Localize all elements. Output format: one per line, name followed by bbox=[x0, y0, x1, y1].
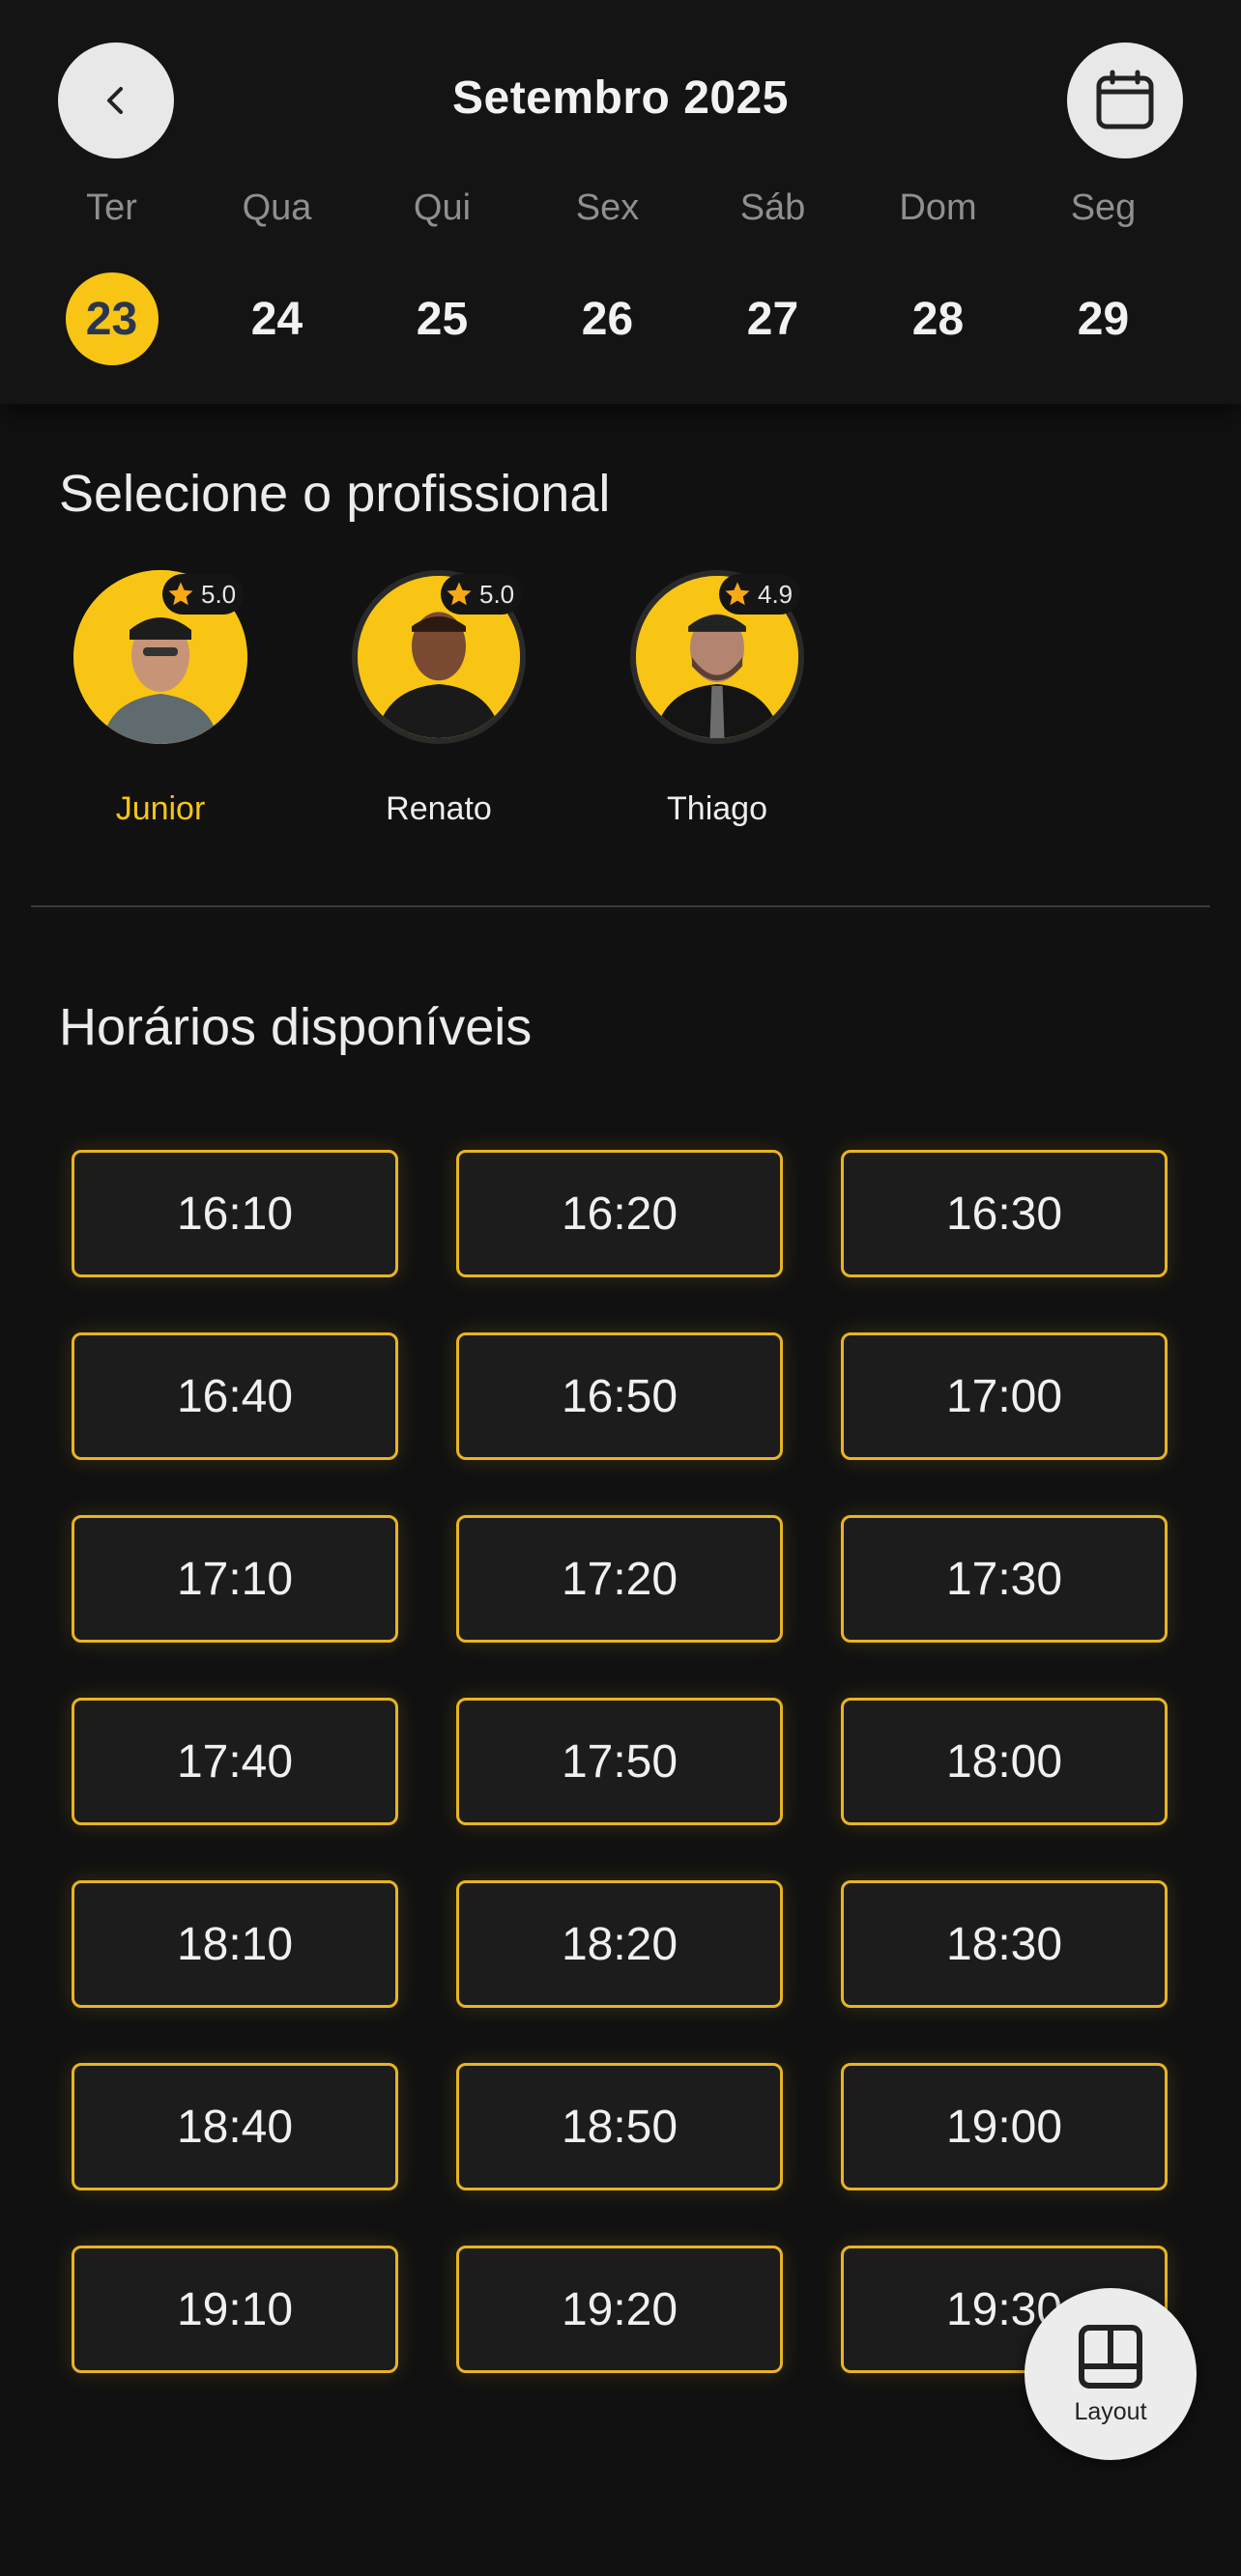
time-slot-button[interactable]: 17:30 bbox=[841, 1515, 1168, 1643]
time-slot-button[interactable]: 19:00 bbox=[841, 2063, 1168, 2190]
professional-name: Renato bbox=[386, 790, 492, 827]
time-slot-button[interactable]: 17:00 bbox=[841, 1332, 1168, 1460]
rating-badge: 4.9 bbox=[719, 574, 801, 615]
layout-label: Layout bbox=[1074, 2397, 1147, 2425]
calendar-icon bbox=[1096, 70, 1154, 129]
time-slot-button[interactable]: 18:20 bbox=[456, 1880, 783, 2008]
professional-name: Thiago bbox=[667, 790, 767, 827]
day-number[interactable]: 24 bbox=[231, 272, 324, 365]
time-slot-button[interactable]: 16:10 bbox=[72, 1150, 398, 1277]
day-column[interactable]: Ter 23 bbox=[29, 184, 194, 365]
time-slot-button[interactable]: 16:20 bbox=[456, 1150, 783, 1277]
date-header: Setembro 2025 Ter 23 Qua 24 Qui 25 Sex 2… bbox=[0, 0, 1241, 404]
professional-card-renato[interactable]: 5.0 Renato bbox=[336, 570, 615, 828]
professional-card-thiago[interactable]: 4.9 Thiago bbox=[615, 570, 893, 828]
time-slot-button[interactable]: 16:40 bbox=[72, 1332, 398, 1460]
rating-badge: 5.0 bbox=[441, 574, 523, 615]
calendar-button[interactable] bbox=[1067, 43, 1183, 158]
time-slot-button[interactable]: 18:00 bbox=[841, 1698, 1168, 1825]
time-slot-button[interactable]: 18:40 bbox=[72, 2063, 398, 2190]
time-slot-button[interactable]: 18:10 bbox=[72, 1880, 398, 2008]
rating-value: 4.9 bbox=[758, 579, 794, 609]
day-column[interactable]: Dom 28 bbox=[855, 184, 1021, 365]
day-number[interactable]: 29 bbox=[1057, 272, 1150, 365]
available-times-title: Horários disponíveis bbox=[59, 998, 533, 1056]
time-slot-button[interactable]: 17:50 bbox=[456, 1698, 783, 1825]
star-icon bbox=[447, 582, 472, 606]
day-column[interactable]: Sáb 27 bbox=[690, 184, 855, 365]
day-column[interactable]: Seg 29 bbox=[1021, 184, 1186, 365]
professional-card-junior[interactable]: 5.0 Junior bbox=[58, 570, 336, 828]
day-name: Ter bbox=[86, 187, 137, 228]
time-slot-button[interactable]: 17:20 bbox=[456, 1515, 783, 1643]
time-slot-button[interactable]: 18:30 bbox=[841, 1880, 1168, 2008]
time-slot-button[interactable]: 19:20 bbox=[456, 2246, 783, 2373]
day-name: Sex bbox=[575, 187, 640, 228]
week-strip: Ter 23 Qua 24 Qui 25 Sex 26 Sáb 27 Dom 2… bbox=[29, 184, 1212, 365]
professionals-list: 5.0 Junior 5.0 Renato 4.9 Thiago bbox=[58, 570, 893, 828]
time-slot-button[interactable]: 16:50 bbox=[456, 1332, 783, 1460]
professional-name: Junior bbox=[115, 790, 206, 827]
layout-button[interactable]: Layout bbox=[1025, 2288, 1197, 2460]
day-name: Dom bbox=[899, 187, 977, 228]
time-slots-grid: 16:10 16:20 16:30 16:40 16:50 17:00 17:1… bbox=[72, 1150, 1169, 2373]
day-number[interactable]: 26 bbox=[562, 272, 654, 365]
time-slot-button[interactable]: 16:30 bbox=[841, 1150, 1168, 1277]
rating-value: 5.0 bbox=[201, 579, 237, 609]
time-slot-button[interactable]: 18:50 bbox=[456, 2063, 783, 2190]
rating-value: 5.0 bbox=[479, 579, 515, 609]
professionals-title: Selecione o profissional bbox=[59, 465, 611, 523]
time-slot-button[interactable]: 17:40 bbox=[72, 1698, 398, 1825]
day-number[interactable]: 25 bbox=[396, 272, 489, 365]
day-name: Sáb bbox=[739, 187, 806, 228]
star-icon bbox=[168, 582, 193, 606]
time-slot-button[interactable]: 19:10 bbox=[72, 2246, 398, 2373]
day-number[interactable]: 27 bbox=[727, 272, 820, 365]
time-slot-button[interactable]: 17:10 bbox=[72, 1515, 398, 1643]
rating-badge: 5.0 bbox=[162, 574, 245, 615]
day-name: Qui bbox=[413, 187, 472, 228]
section-divider bbox=[31, 905, 1210, 907]
month-title: Setembro 2025 bbox=[451, 72, 789, 124]
day-name: Seg bbox=[1070, 187, 1137, 228]
day-column[interactable]: Sex 26 bbox=[525, 184, 690, 365]
day-column[interactable]: Qua 24 bbox=[194, 184, 360, 365]
day-number[interactable]: 28 bbox=[892, 272, 985, 365]
layout-icon bbox=[1079, 2324, 1142, 2389]
day-number-selected[interactable]: 23 bbox=[65, 272, 159, 365]
day-name: Qua bbox=[242, 187, 312, 228]
star-icon bbox=[725, 582, 750, 606]
day-column[interactable]: Qui 25 bbox=[360, 184, 525, 365]
